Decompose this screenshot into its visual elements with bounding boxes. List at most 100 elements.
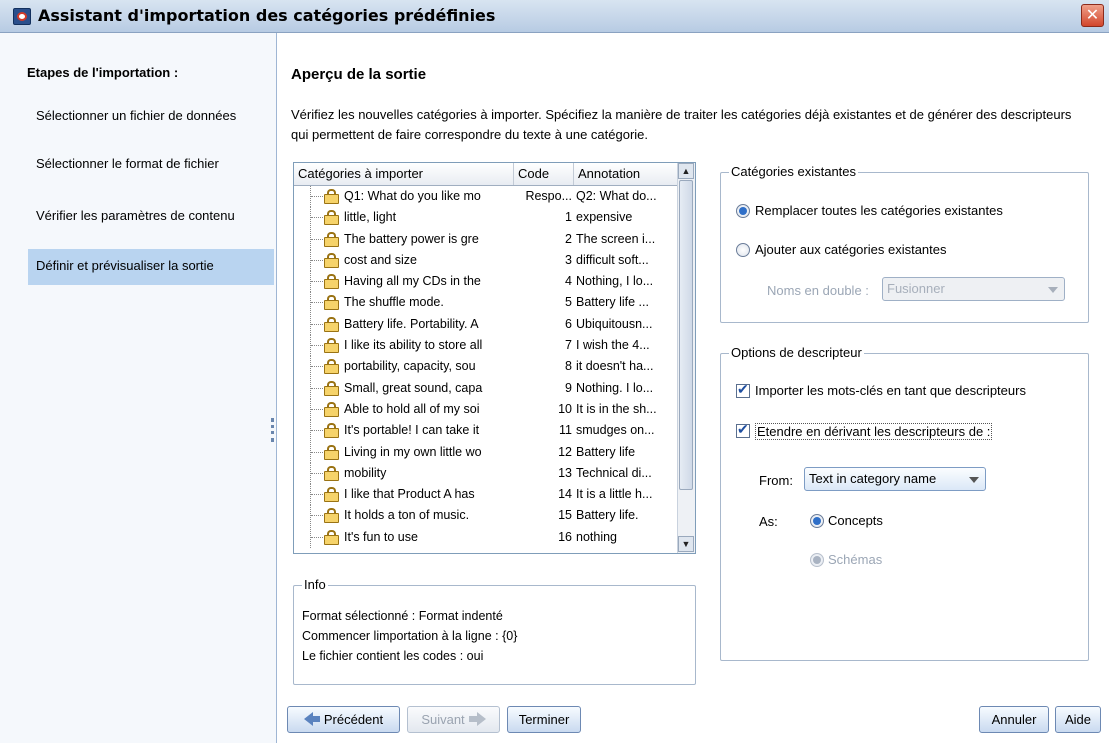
column-header-code[interactable]: Code	[514, 163, 574, 185]
category-name-cell: The battery power is gre	[344, 231, 479, 246]
table-row[interactable]: It holds a ton of music. 15 Battery life.	[294, 505, 679, 527]
code-cell: 11	[559, 423, 572, 438]
table-row[interactable]: mobility 13 Technical di...	[294, 462, 679, 484]
column-header-categories[interactable]: Catégories à importer	[294, 163, 514, 185]
category-lock-icon	[324, 252, 339, 268]
info-line-start: Commencer limportation à la ligne : {0}	[302, 629, 518, 643]
extend-label[interactable]: Etendre en dérivant les descripteurs de …	[755, 423, 993, 440]
annotation-cell: Nothing. I lo...	[576, 380, 654, 395]
add-label[interactable]: Ajouter aux catégories existantes	[755, 242, 947, 257]
annotation-cell: smudges on...	[576, 423, 655, 438]
categories-table[interactable]: Catégories à importer Code Annotation Q1…	[293, 162, 696, 554]
as-schemas-radio[interactable]	[810, 553, 824, 567]
info-group: Info Format sélectionné : Format indenté…	[293, 577, 696, 685]
next-button[interactable]: Suivant	[407, 706, 500, 733]
from-value: Text in category name	[809, 471, 937, 486]
replace-label[interactable]: Remplacer toutes les catégories existant…	[755, 203, 1003, 218]
window-title: Assistant d'importation des catégories p…	[38, 6, 496, 25]
tree-connector	[310, 505, 325, 527]
main-panel: Aperçu de la sortie Vérifiez les nouvell…	[277, 33, 1109, 743]
import-keywords-checkbox[interactable]	[736, 381, 750, 398]
code-cell: 9	[565, 380, 572, 395]
code-cell: 13	[558, 465, 572, 480]
step-define-preview-output[interactable]: Définir et prévisualiser la sortie	[28, 249, 274, 285]
tree-connector	[310, 228, 325, 250]
import-keywords-label[interactable]: Importer les mots-clés en tant que descr…	[755, 383, 1026, 398]
replace-radio[interactable]	[736, 204, 750, 218]
annotation-cell: Battery life.	[576, 508, 639, 523]
step-select-file-format[interactable]: Sélectionner le format de fichier	[28, 147, 274, 183]
table-row[interactable]: little, light 1 expensive	[294, 207, 679, 229]
table-row[interactable]: Living in my own little wo 12 Battery life	[294, 441, 679, 463]
category-name-cell: The shuffle mode.	[344, 295, 444, 310]
category-name-cell: Able to hold all of my soi	[344, 401, 480, 416]
code-cell: 12	[558, 444, 572, 459]
table-row[interactable]: The battery power is gre 2 The screen i...	[294, 228, 679, 250]
annotation-cell: It is a little h...	[576, 487, 653, 502]
tree-connector	[310, 313, 325, 335]
steps-sidebar: Etapes de l'importation : Sélectionner u…	[0, 33, 277, 743]
app-icon	[13, 8, 31, 25]
duplicates-value: Fusionner	[887, 281, 945, 296]
cancel-button[interactable]: Annuler	[979, 706, 1049, 733]
step-check-content-settings[interactable]: Vérifier les paramètres de contenu	[28, 199, 274, 235]
step-select-data-file[interactable]: Sélectionner un fichier de données	[28, 99, 274, 135]
duplicates-label: Noms en double :	[767, 283, 869, 298]
annotation-cell: expensive	[576, 210, 633, 225]
code-cell: Respo...	[525, 189, 572, 203]
table-row[interactable]: cost and size 3 difficult soft...	[294, 249, 679, 271]
table-row[interactable]: I like its ability to store all 7 I wish t…	[294, 335, 679, 357]
annotation-cell: it doesn't ha...	[576, 359, 654, 374]
code-cell: 16	[558, 529, 572, 544]
table-row[interactable]: Battery life. Portability. A 6 Ubiquitousn…	[294, 313, 679, 335]
category-name-cell: Small, great sound, capa	[344, 380, 483, 395]
column-header-annotation[interactable]: Annotation	[574, 163, 679, 185]
previous-button[interactable]: Précédent	[287, 706, 400, 733]
add-radio[interactable]	[736, 243, 750, 257]
splitter-handle[interactable]	[271, 418, 274, 442]
extend-checkbox[interactable]	[736, 421, 750, 438]
table-row[interactable]: Small, great sound, capa 9 Nothing. I lo..…	[294, 377, 679, 399]
category-name-cell: It's fun to use	[344, 529, 418, 544]
close-button[interactable]: ✕	[1081, 4, 1104, 27]
finish-button[interactable]: Terminer	[507, 706, 581, 733]
scroll-thumb[interactable]	[679, 180, 693, 490]
table-row[interactable]: Having all my CDs in the 4 Nothing, I lo..…	[294, 271, 679, 293]
table-scrollbar[interactable]: ▲ ▼	[677, 163, 695, 553]
descriptor-options-title: Options de descripteur	[729, 345, 864, 360]
category-lock-icon	[324, 210, 339, 226]
table-row[interactable]: It's fun to use 16 nothing	[294, 526, 679, 548]
tree-connector	[310, 271, 325, 293]
code-cell: 10	[558, 401, 572, 416]
category-name-cell: It's portable! I can take it	[344, 423, 480, 438]
table-row[interactable]: Q1: What do you like mo Respo... Q2: What …	[294, 186, 679, 207]
info-line-format: Format sélectionné : Format indenté	[302, 609, 503, 623]
category-lock-icon	[324, 380, 339, 396]
table-row[interactable]: I like that Product A has 14 It is a littl…	[294, 484, 679, 506]
annotation-cell: It is in the sh...	[576, 401, 657, 416]
category-lock-icon	[324, 274, 339, 290]
page-description: Vérifiez les nouvelles catégories à impo…	[291, 107, 1072, 142]
table-row[interactable]: The shuffle mode. 5 Battery life ...	[294, 292, 679, 314]
as-schemas-label[interactable]: Schémas	[828, 552, 882, 567]
as-concepts-label[interactable]: Concepts	[828, 513, 883, 528]
from-label: From:	[759, 473, 793, 488]
annotation-cell: Battery life ...	[576, 295, 649, 310]
category-name-cell: Living in my own little wo	[344, 444, 482, 459]
duplicates-select[interactable]: Fusionner	[882, 277, 1065, 301]
annotation-cell: Nothing, I lo...	[576, 274, 654, 289]
as-concepts-radio[interactable]	[810, 514, 824, 528]
from-select[interactable]: Text in category name	[804, 467, 986, 491]
table-row[interactable]: portability, capacity, sou 8 it doesn't ha…	[294, 356, 679, 378]
code-cell: 7	[565, 338, 572, 353]
table-body: Q1: What do you like mo Respo... Q2: What …	[294, 186, 679, 548]
help-button[interactable]: Aide	[1055, 706, 1101, 733]
category-name-cell: Battery life. Portability. A	[344, 316, 479, 331]
category-name-cell: cost and size	[344, 252, 417, 267]
scroll-up-button[interactable]: ▲	[678, 163, 694, 179]
table-row[interactable]: It's portable! I can take it 11 smudges on…	[294, 420, 679, 442]
scroll-down-button[interactable]: ▼	[678, 536, 694, 552]
category-name-cell: I like that Product A has	[344, 487, 475, 502]
table-row[interactable]: Able to hold all of my soi 10 It is in the…	[294, 398, 679, 420]
code-cell: 4	[565, 274, 572, 289]
